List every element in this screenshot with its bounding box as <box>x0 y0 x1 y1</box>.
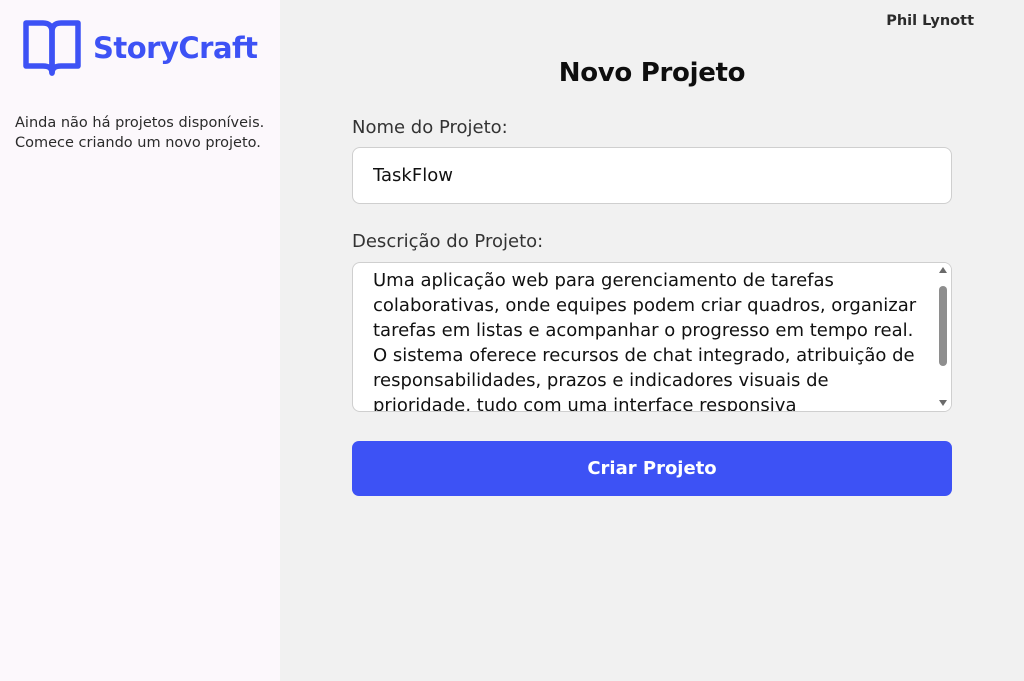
user-name[interactable]: Phil Lynott <box>886 13 974 29</box>
brand-name: StoryCraft <box>93 31 258 65</box>
description-scrollbar[interactable] <box>935 263 951 411</box>
new-project-form: Nome do Projeto: Descrição do Projeto: U… <box>352 114 952 496</box>
project-description-textarea[interactable]: Uma aplicação web para gerenciamento de … <box>352 262 952 412</box>
project-description-label: Descrição do Projeto: <box>352 231 544 252</box>
empty-message-line-1: Ainda não há projetos disponíveis. <box>15 115 265 131</box>
empty-message-line-2: Comece criando um novo projeto. <box>15 135 261 151</box>
open-book-icon <box>23 20 81 76</box>
project-description-text[interactable]: Uma aplicação web para gerenciamento de … <box>373 268 918 411</box>
sidebar: StoryCraft Ainda não há projetos disponí… <box>0 0 280 681</box>
project-name-input[interactable] <box>352 147 952 204</box>
page-title: Novo Projeto <box>558 58 746 88</box>
scroll-down-arrow-icon[interactable] <box>939 400 947 406</box>
scroll-up-arrow-icon[interactable] <box>939 267 947 273</box>
empty-projects-message: Ainda não há projetos disponíveis. Comec… <box>15 113 275 153</box>
project-name-label: Nome do Projeto: <box>352 117 508 138</box>
create-project-button[interactable]: Criar Projeto <box>352 441 952 496</box>
scrollbar-thumb[interactable] <box>939 286 947 366</box>
main-content: Phil Lynott Novo Projeto Nome do Projeto… <box>280 0 1024 681</box>
brand-logo[interactable]: StoryCraft <box>21 18 258 78</box>
